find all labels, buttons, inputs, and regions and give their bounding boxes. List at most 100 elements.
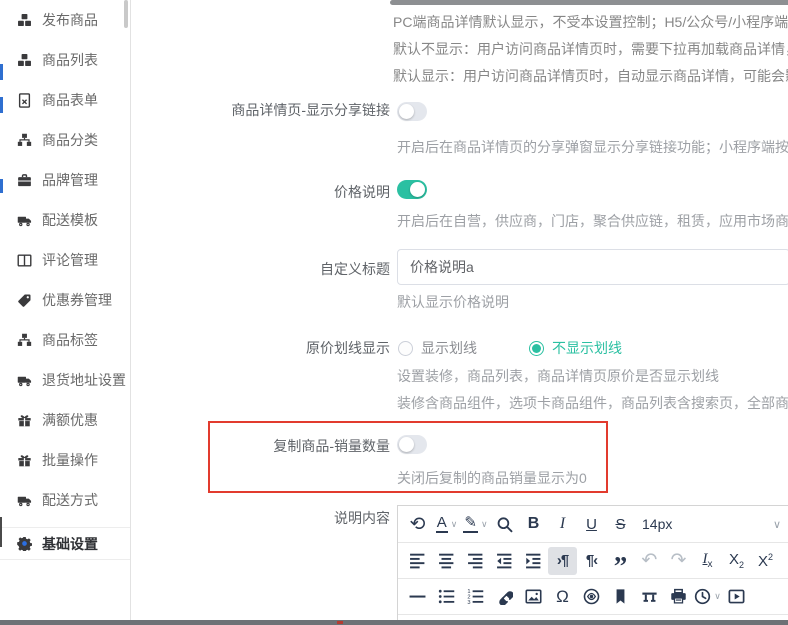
sidebar-item-评论管理[interactable]: 评论管理 (0, 240, 130, 280)
copy-sales-toggle[interactable] (397, 435, 427, 454)
ltr-button[interactable]: ›¶ (548, 547, 577, 575)
align-left-button[interactable] (403, 547, 432, 575)
share-link-helper: 开启后在商品详情页的分享弹窗显示分享链接功能；小程序端按本设置控制 (397, 137, 788, 157)
history-button[interactable]: ⟲ (403, 510, 432, 538)
page-break-button[interactable] (635, 583, 664, 611)
sidebar-item-商品表单[interactable]: 商品表单 (0, 80, 130, 120)
strikethrough-radio-group: 显示划线 不显示划线 (398, 338, 622, 358)
sidebar-item-label: 发布商品 (42, 10, 98, 30)
superscript-button[interactable]: X2 (751, 547, 780, 575)
file-x-icon (17, 93, 32, 108)
indent-button[interactable] (519, 547, 548, 575)
sidebar-item-label: 商品标签 (42, 330, 98, 350)
strikethrough-helper-2: 装修含商品组件，选项卡商品组件，商品列表含搜索页，全部商品页，品牌商品页， (397, 393, 788, 413)
custom-title-input[interactable] (397, 249, 788, 285)
price-note-toggle[interactable] (397, 180, 427, 199)
edge-artifact (337, 621, 343, 624)
rich-text-editor: ⟲A∨✎∨ BIUS14px∨ ›¶ ¶‹ ” ↶↷Ix X2 X2 123 Ω ∨ (397, 505, 788, 625)
bookmark-icon (612, 588, 629, 605)
sidebar-divider (0, 559, 130, 560)
indent-icon (525, 552, 542, 569)
align-center-icon (438, 552, 455, 569)
search-button[interactable] (490, 510, 519, 538)
sidebar-item-label: 配送方式 (42, 490, 98, 510)
bold-button[interactable]: B (519, 510, 548, 538)
sitemap-icon (17, 133, 32, 148)
subscript-button[interactable]: X2 (722, 547, 751, 575)
underline-button[interactable]: U (577, 510, 606, 538)
align-center-button[interactable] (432, 547, 461, 575)
subscript-icon: X2 (729, 552, 744, 570)
blockquote-button[interactable]: ” (606, 547, 635, 575)
sidebar-item-优惠券管理[interactable]: 优惠券管理 (0, 280, 130, 320)
highlight-icon: ✎ (463, 515, 478, 533)
sidebar-item-label: 优惠券管理 (42, 290, 112, 310)
page-break-icon (641, 588, 658, 605)
page-root: PC端商品详情默认显示，不受本设置控制；H5/公众号/小程序端按本设置控制； 默… (0, 0, 788, 625)
truck-icon (17, 373, 32, 388)
radio-show-strikethrough[interactable] (398, 341, 413, 356)
chevron-down-icon: ∨ (714, 591, 721, 602)
gear-icon (17, 536, 32, 551)
font-size-button[interactable]: 14px∨ (635, 510, 784, 538)
undo-button[interactable]: ↶ (635, 547, 664, 575)
price-note-helper: 开启后在自营，供应商，门店，聚合供应链，租赁，应用市场商品详情页显示价格说 (397, 211, 788, 231)
horizontal-rule-icon (409, 588, 426, 605)
radio-show-strikethrough-label[interactable]: 显示划线 (421, 338, 477, 358)
strikethrough-helper-1: 设置装修，商品列表，商品详情页原价是否显示划线 (397, 366, 788, 386)
font-color-icon: A (436, 515, 448, 533)
insert-time-button[interactable]: ∨ (693, 583, 722, 611)
radio-hide-strikethrough-label[interactable]: 不显示划线 (552, 338, 622, 358)
sidebar-item-基础设置[interactable]: 基础设置 (0, 528, 130, 559)
sidebar-item-批量操作[interactable]: 批量操作 (0, 440, 130, 480)
sidebar-item-商品列表[interactable]: 商品列表 (0, 40, 130, 80)
bullet-list-button[interactable] (432, 583, 461, 611)
sidebar-item-配送方式[interactable]: 配送方式 (0, 480, 130, 520)
sidebar-item-label: 品牌管理 (42, 170, 98, 190)
align-right-button[interactable] (461, 547, 490, 575)
special-char-button[interactable]: Ω (548, 583, 577, 611)
horizontal-scrollbar-thumb[interactable] (390, 0, 788, 5)
gift-icon (17, 453, 32, 468)
preview-button[interactable] (577, 583, 606, 611)
svg-text:3: 3 (467, 600, 470, 605)
strikethrough-button[interactable]: S (606, 510, 635, 538)
outdent-button[interactable] (490, 547, 519, 575)
bookmark-button[interactable] (606, 583, 635, 611)
sidebar: 发布商品商品列表商品表单商品分类品牌管理配送模板评论管理优惠券管理商品标签退货地… (0, 0, 131, 625)
share-link-toggle[interactable] (397, 102, 427, 121)
blockquote-icon: ” (614, 557, 628, 565)
ordered-list-button[interactable]: 123 (461, 583, 490, 611)
rtl-button[interactable]: ¶‹ (577, 547, 606, 575)
sidebar-item-品牌管理[interactable]: 品牌管理 (0, 160, 130, 200)
sidebar-item-商品标签[interactable]: 商品标签 (0, 320, 130, 360)
print-button[interactable] (664, 583, 693, 611)
sidebar-item-label: 商品分类 (42, 130, 98, 150)
columns-icon (17, 253, 32, 268)
tag-icon (17, 293, 32, 308)
link-icon (496, 588, 513, 605)
clear-format-button[interactable]: Ix (693, 547, 722, 575)
sidebar-item-满额优惠[interactable]: 满额优惠 (0, 400, 130, 440)
font-color-button[interactable]: A∨ (432, 510, 461, 538)
media-button[interactable] (722, 583, 751, 611)
horizontal-rule-button[interactable] (403, 583, 432, 611)
sidebar-item-配送模板[interactable]: 配送模板 (0, 200, 130, 240)
italic-button[interactable]: I (548, 510, 577, 538)
sidebar-scrollbar-thumb[interactable] (124, 0, 128, 28)
redo-button[interactable]: ↷ (664, 547, 693, 575)
intro-line-2: 默认不显示：用户访问商品详情页时，需要下拉再加载商品详情，可以提升页面打开 (393, 36, 788, 63)
editor-toolbar-row-1: ⟲A∨✎∨ BIUS14px∨ (398, 506, 788, 543)
link-button[interactable] (490, 583, 519, 611)
bullet-list-icon (438, 588, 455, 605)
sidebar-item-商品分类[interactable]: 商品分类 (0, 120, 130, 160)
sidebar-item-发布商品[interactable]: 发布商品 (0, 0, 130, 40)
sidebar-item-退货地址设置[interactable]: 退货地址设置 (0, 360, 130, 400)
radio-hide-strikethrough[interactable] (529, 341, 544, 356)
image-button[interactable] (519, 583, 548, 611)
rtl-icon: ¶‹ (586, 553, 597, 568)
edge-artifact (0, 517, 2, 547)
font-size-value: 14px (642, 516, 672, 532)
highlight-button[interactable]: ✎∨ (461, 510, 490, 538)
edge-artifact (0, 179, 3, 193)
